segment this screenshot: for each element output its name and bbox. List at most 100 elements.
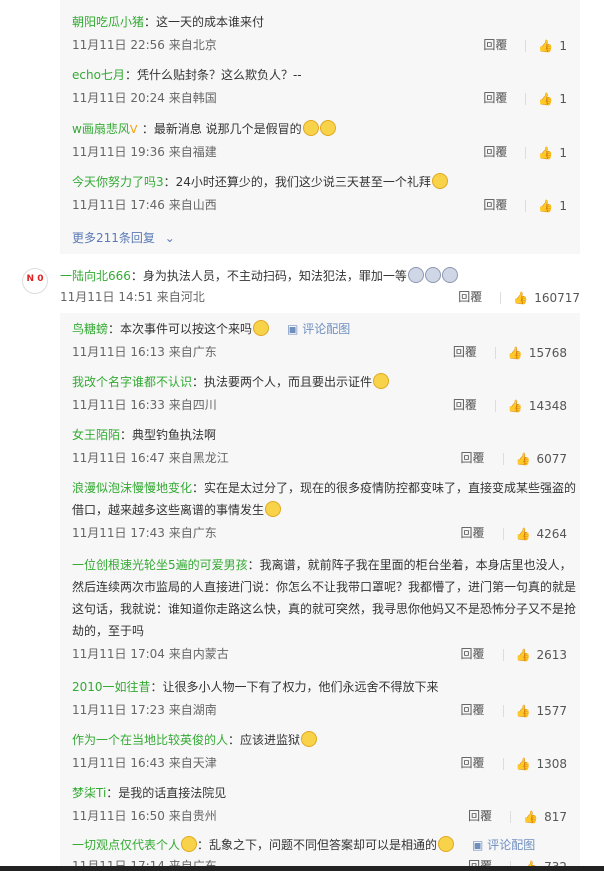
reply-button[interactable]: 回覆	[453, 397, 477, 413]
reply-username[interactable]: w画扇悲风	[72, 122, 130, 136]
reply-button[interactable]: 回覆	[460, 702, 484, 718]
reply-text: ：乱象之下，问题不同但答案却可以是相通的	[197, 838, 438, 852]
like-icon[interactable]: 👍	[538, 198, 553, 214]
list-item: w画扇悲风V ：最新消息 说那几个是假冒的 11月11日 19:36 来自福建 回…	[72, 118, 572, 163]
reply-text: ：是我的话直接法院见	[106, 786, 227, 800]
reply-username[interactable]: 作为一个在当地比较英俊的人	[72, 733, 228, 747]
reply-time: 11月11日 17:23	[72, 703, 165, 717]
reply-text: ：应该进监狱	[228, 733, 301, 747]
divider	[494, 346, 496, 359]
reply-username[interactable]: 2010一如往昔	[72, 680, 151, 694]
like-icon[interactable]: 👍	[513, 290, 528, 306]
reply-username[interactable]: 梦柒Ti	[72, 786, 106, 800]
like-icon[interactable]: 👍	[516, 451, 531, 467]
like-count: 14348	[528, 398, 567, 413]
reply-button[interactable]: 回覆	[468, 808, 492, 824]
reply-button[interactable]: 回覆	[460, 646, 484, 662]
reply-username[interactable]: 浪漫似泡沫慢慢地变化	[72, 481, 192, 495]
divider	[525, 199, 527, 212]
reply-time: 11月11日 16:33	[72, 398, 165, 412]
like-count: 1577	[536, 703, 567, 718]
crying-emoji-icon	[407, 267, 424, 283]
reply-username[interactable]: echo七月	[72, 68, 125, 82]
reply-button[interactable]: 回覆	[483, 144, 507, 160]
reply-text: ：让很多小人物一下有了权力，他们永远舍不得放下来	[150, 680, 439, 694]
like-icon[interactable]: 👍	[516, 647, 531, 663]
reply-location: 来自北京	[168, 38, 217, 52]
reply-text: ：本次事件可以按这个来吗	[108, 322, 253, 336]
comment-username[interactable]: 一陆向北666	[60, 269, 131, 283]
reply-time: 11月11日 16:43	[72, 756, 165, 770]
like-icon[interactable]: 👍	[508, 345, 523, 361]
crying-emoji-icon	[424, 267, 441, 283]
like-icon[interactable]: 👍	[508, 398, 523, 414]
reply-button[interactable]: 回覆	[483, 37, 507, 53]
like-icon[interactable]: 👍	[516, 703, 531, 719]
divider	[525, 39, 527, 52]
reply-text: ：执法要两个人，而且要出示证件	[192, 375, 373, 389]
like-count: 1	[559, 38, 567, 53]
more-replies-label[interactable]: 更多211条回复	[72, 231, 155, 245]
crying-emoji-icon	[441, 267, 458, 283]
like-count: 1308	[536, 756, 567, 771]
divider	[525, 146, 527, 159]
like-icon[interactable]: 👍	[516, 756, 531, 772]
list-item: 我改个名字谁都不认识：执法要两个人，而且要出示证件 11月11日 16:33 来…	[72, 371, 572, 416]
list-item: 2010一如往昔：让很多小人物一下有了权力，他们永远舍不得放下来 11月11日 …	[72, 676, 572, 721]
divider	[500, 291, 502, 304]
like-icon[interactable]: 👍	[523, 809, 538, 825]
reply-time: 11月11日 17:43	[72, 526, 165, 540]
more-replies-link[interactable]: 更多211条回复 ⌄	[72, 229, 572, 245]
reply-location: 来自四川	[168, 398, 217, 412]
reply-username[interactable]: 一位创根速光轮坐5遍的可爱男孩	[72, 558, 248, 572]
reply-button[interactable]: 回覆	[460, 525, 484, 541]
comment-image-link[interactable]: ▣ 评论配图	[287, 322, 350, 336]
like-icon[interactable]: 👍	[516, 526, 531, 542]
reply-button[interactable]: 回覆	[483, 197, 507, 213]
reply-time: 11月11日 19:36	[72, 145, 165, 159]
badge-emoji-icon	[181, 836, 198, 852]
reply-time: 11月11日 16:13	[72, 345, 165, 359]
like-icon[interactable]: 👍	[538, 91, 553, 107]
reply-username[interactable]: 朝阳吃瓜小猪	[72, 15, 144, 29]
list-item: 一位创根速光轮坐5遍的可爱男孩：我离谱，就前阵子我在里面的柜台坐着，本身店里也没…	[72, 554, 576, 664]
reply-text: ：凭什么贴封条？这么欺负人？--	[124, 68, 302, 82]
reply-time: 11月11日 17:46	[72, 198, 165, 212]
doge-emoji-icon	[373, 373, 390, 389]
list-item: 浪漫似泡沫慢慢地变化：实在是太过分了，现在的很多疫情防控都变味了，直接变成某些强…	[72, 477, 576, 545]
reply-button[interactable]: 回覆	[483, 90, 507, 106]
like-count: 6077	[536, 451, 567, 466]
reply-location: 来自韩国	[168, 91, 217, 105]
reply-username[interactable]: 一切观点仅代表个人	[72, 838, 180, 852]
reply-location: 来自山西	[168, 198, 217, 212]
reply-username[interactable]: 鸟糖螃	[72, 322, 108, 336]
window-bottom-edge	[0, 866, 604, 871]
thinking-emoji-icon	[253, 320, 270, 336]
chevron-down-icon: ⌄	[164, 231, 175, 245]
reply-username[interactable]: 今天你努力了吗3	[72, 175, 164, 189]
smile-emoji-icon	[431, 173, 448, 189]
reply-location: 来自广东	[168, 345, 217, 359]
avatar[interactable]: N 0	[22, 268, 48, 294]
divider	[502, 648, 504, 661]
like-count: 15768	[528, 345, 567, 360]
reply-text: ：24小时还算少的，我们这少说三天甚至一个礼拜	[163, 175, 431, 189]
reply-text: ：最新消息 说那几个是假冒的	[141, 122, 302, 136]
divider	[502, 527, 504, 540]
laugh-cry-emoji-icon	[302, 120, 319, 136]
comment-image-link[interactable]: ▣ 评论配图	[472, 838, 535, 852]
reply-button[interactable]: 回覆	[460, 755, 484, 771]
reply-button[interactable]: 回覆	[460, 450, 484, 466]
divider	[525, 92, 527, 105]
divider	[502, 704, 504, 717]
smile-emoji-icon	[265, 501, 282, 517]
reply-button[interactable]: 回覆	[458, 289, 482, 305]
like-icon[interactable]: 👍	[538, 38, 553, 54]
reply-username[interactable]: 我改个名字谁都不认识	[72, 375, 192, 389]
reply-username[interactable]: 女王陌陌	[72, 428, 120, 442]
image-icon: ▣	[287, 322, 303, 336]
reply-time: 11月11日 16:50	[72, 809, 165, 823]
reply-button[interactable]: 回覆	[453, 344, 477, 360]
like-count: 4264	[536, 526, 567, 541]
like-icon[interactable]: 👍	[538, 145, 553, 161]
